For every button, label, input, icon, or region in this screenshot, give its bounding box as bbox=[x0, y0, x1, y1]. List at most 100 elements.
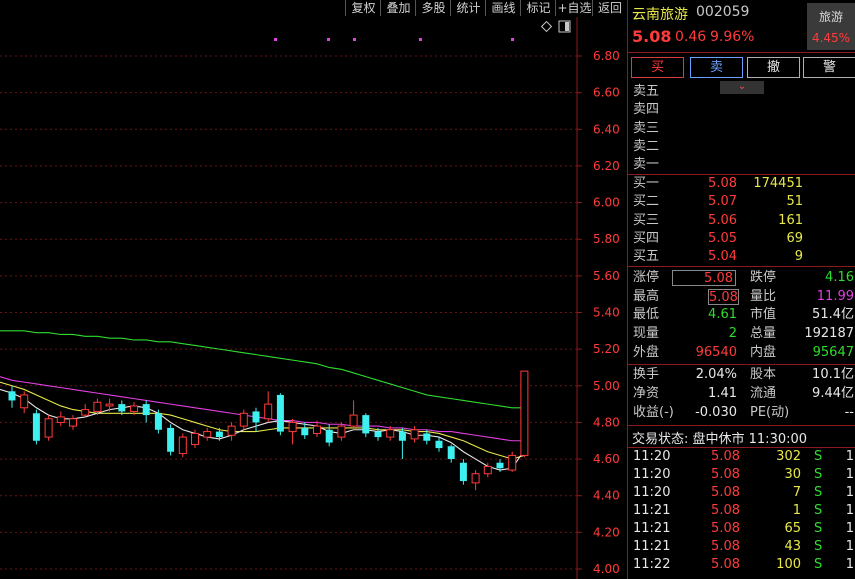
buy-button[interactable]: 买 bbox=[631, 57, 684, 78]
event-marker[interactable] bbox=[419, 38, 422, 41]
tick-side: S bbox=[814, 539, 823, 554]
back-button[interactable]: 返回 bbox=[592, 0, 627, 16]
candlestick[interactable] bbox=[167, 424, 175, 456]
alert-button[interactable]: 警 bbox=[803, 57, 855, 78]
add-watchlist-button[interactable]: +自选 bbox=[555, 0, 593, 16]
tick-volume: 7 bbox=[792, 485, 801, 500]
candlestick[interactable] bbox=[276, 393, 284, 436]
candlestick[interactable] bbox=[398, 427, 406, 460]
event-marker[interactable] bbox=[353, 38, 356, 41]
candlestick[interactable] bbox=[56, 411, 65, 427]
tick-side: S bbox=[814, 503, 823, 518]
sell-level-row[interactable]: 卖二 bbox=[628, 138, 855, 156]
float-value: 9.44亿 bbox=[812, 386, 854, 401]
candlestick[interactable] bbox=[349, 400, 358, 430]
candlestick[interactable] bbox=[32, 409, 40, 445]
tick-count: 1 bbox=[845, 449, 854, 464]
candlestick[interactable] bbox=[410, 426, 419, 443]
y-tick-label: 4.00 bbox=[593, 562, 620, 576]
tick-volume: 30 bbox=[784, 467, 801, 482]
tick-price: 5.08 bbox=[711, 539, 740, 554]
mark-button[interactable]: 标记 bbox=[520, 0, 556, 16]
diamond-icon[interactable] bbox=[540, 20, 553, 33]
sell-level-row[interactable]: 卖三 bbox=[628, 120, 855, 138]
buy-level-row[interactable]: 买二 5.07 51 bbox=[628, 193, 855, 211]
buy-level-volume: 51 bbox=[786, 194, 803, 210]
tick-time: 11:20 bbox=[633, 467, 671, 482]
pe-label: PE(动) bbox=[750, 405, 790, 420]
overlay-button[interactable]: 叠加 bbox=[380, 0, 416, 16]
statistics-button[interactable]: 统计 bbox=[450, 0, 486, 16]
event-marker[interactable] bbox=[274, 38, 277, 41]
sector-pct: 4.45% bbox=[811, 31, 851, 45]
y-tick-label: 6.80 bbox=[593, 49, 620, 63]
sector-badge[interactable]: 旅游 4.45% bbox=[807, 3, 855, 50]
buy-level-volume: 69 bbox=[786, 230, 803, 246]
buy-level-row[interactable]: 买四 5.05 69 bbox=[628, 230, 855, 248]
draw-line-button[interactable]: 画线 bbox=[485, 0, 521, 16]
high-label: 最高 bbox=[633, 289, 660, 304]
event-marker[interactable] bbox=[327, 38, 330, 41]
buy-level-row[interactable]: 买三 5.06 161 bbox=[628, 212, 855, 230]
candlestick[interactable] bbox=[252, 407, 260, 432]
cancel-order-button[interactable]: 撤 bbox=[747, 57, 800, 78]
candlestick[interactable] bbox=[520, 370, 529, 458]
price-change: 0.46 bbox=[675, 29, 707, 45]
buy-level-volume: 174451 bbox=[753, 176, 803, 191]
sell-level-row[interactable]: 卖五 bbox=[628, 83, 855, 101]
candlestick[interactable] bbox=[508, 451, 517, 472]
tick-time: 11:21 bbox=[633, 503, 671, 518]
candlestick[interactable] bbox=[264, 391, 273, 423]
layout-toggle-icon[interactable] bbox=[558, 20, 571, 33]
candlestick[interactable] bbox=[142, 400, 150, 423]
buy-level-label: 买五 bbox=[633, 249, 660, 265]
y-tick-label: 5.80 bbox=[593, 232, 620, 246]
tick-row: 11:20 5.08 302 S 1 bbox=[628, 448, 855, 466]
sell-level-row[interactable]: 卖四 bbox=[628, 101, 855, 119]
turnover-label: 换手 bbox=[633, 367, 660, 382]
vol-ratio-label: 量比 bbox=[750, 289, 777, 304]
candlestick[interactable] bbox=[81, 404, 90, 417]
buy-level-row[interactable]: 买一 5.08 174451 bbox=[628, 175, 855, 193]
candlestick[interactable] bbox=[471, 470, 480, 491]
vol-ratio-value: 11.99 bbox=[816, 289, 854, 304]
event-marker[interactable] bbox=[511, 38, 514, 41]
candlestick[interactable] bbox=[8, 385, 16, 408]
restore-rights-button[interactable]: 复权 bbox=[345, 0, 381, 16]
candlestick[interactable] bbox=[288, 418, 297, 445]
buy-level-row[interactable]: 买五 5.04 9 bbox=[628, 248, 855, 266]
candlestick[interactable] bbox=[178, 433, 187, 458]
y-tick-label: 6.60 bbox=[593, 86, 620, 100]
total-vol-label: 总量 bbox=[750, 326, 777, 341]
trade-status: 交易状态: 盘中休市 11:30:00 bbox=[632, 432, 808, 447]
candlestick[interactable] bbox=[44, 415, 53, 441]
multi-stock-button[interactable]: 多股 bbox=[415, 0, 451, 16]
ma5-line bbox=[0, 388, 525, 471]
tick-count: 1 bbox=[845, 521, 854, 536]
tick-time: 11:22 bbox=[633, 557, 671, 572]
candlestick[interactable] bbox=[20, 391, 29, 414]
kline-chart[interactable]: 6.80 6.60 6.40 6.20 6.00 5.80 5.60 5.40 5.20 5.00… bbox=[0, 17, 627, 579]
candlestick[interactable] bbox=[435, 437, 443, 452]
tick-side: S bbox=[814, 485, 823, 500]
equity-label: 股本 bbox=[750, 367, 777, 382]
candlestick[interactable] bbox=[447, 444, 455, 463]
candlestick[interactable] bbox=[362, 413, 370, 438]
tick-row: 11:20 5.08 30 S 1 bbox=[628, 466, 855, 484]
buy-level-label: 买三 bbox=[633, 212, 660, 228]
buy-level-label: 买一 bbox=[633, 176, 660, 191]
candlestick[interactable] bbox=[69, 415, 77, 430]
high-value[interactable]: 5.08 bbox=[708, 289, 739, 305]
y-tick-label: 5.20 bbox=[593, 342, 620, 356]
limit-up-value[interactable]: 5.08 bbox=[672, 270, 736, 286]
sell-level-label: 卖三 bbox=[633, 120, 660, 136]
candlestick[interactable] bbox=[227, 422, 236, 441]
eps-label: 收益(-) bbox=[633, 405, 674, 420]
sell-level-row[interactable]: 卖一 bbox=[628, 156, 855, 174]
candlestick[interactable] bbox=[203, 427, 212, 441]
sell-button[interactable]: 卖 bbox=[690, 57, 743, 78]
candlestick[interactable] bbox=[239, 409, 248, 430]
nav-label: 净资 bbox=[633, 386, 660, 401]
candlestick[interactable] bbox=[459, 459, 467, 485]
tick-time: 11:21 bbox=[633, 539, 671, 554]
